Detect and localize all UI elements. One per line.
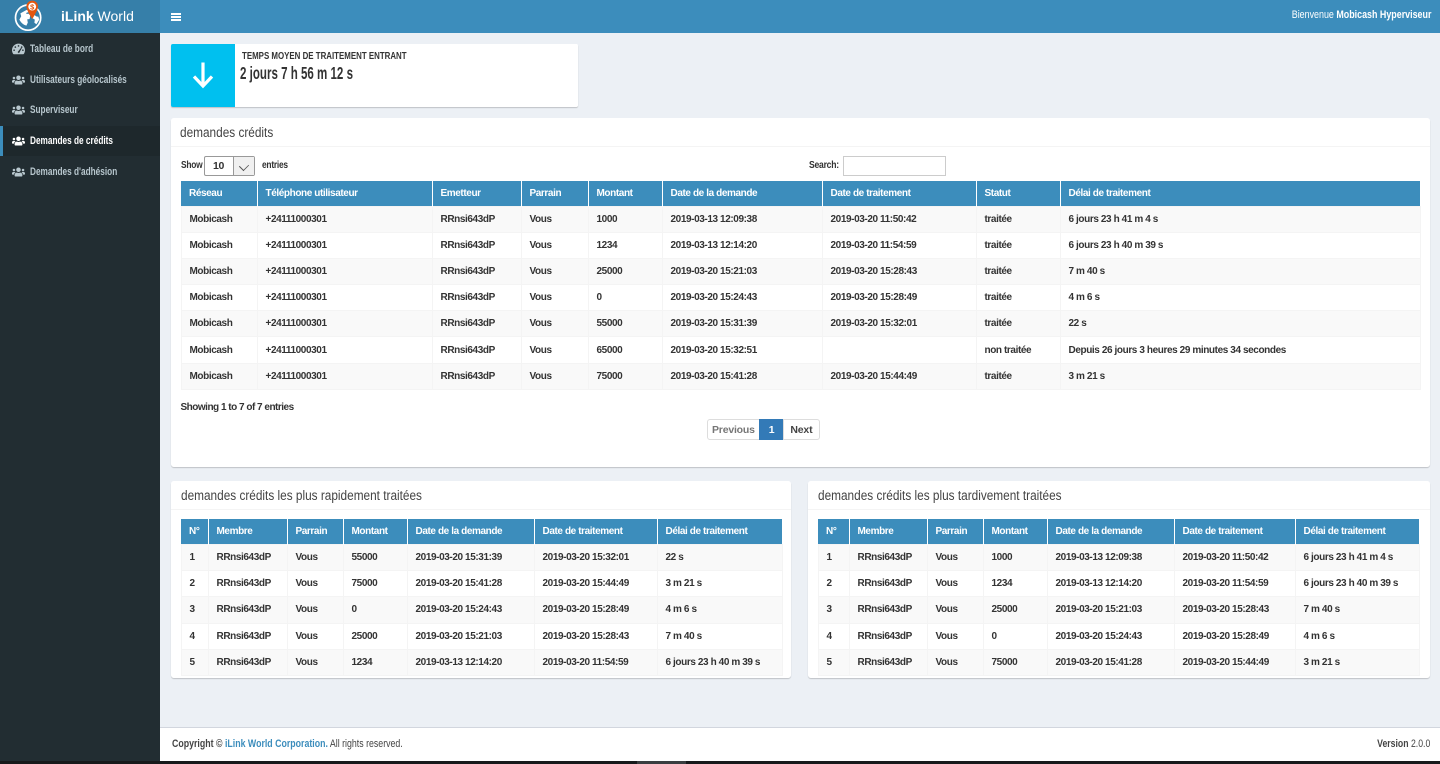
svg-text:$: $ — [30, 2, 34, 11]
